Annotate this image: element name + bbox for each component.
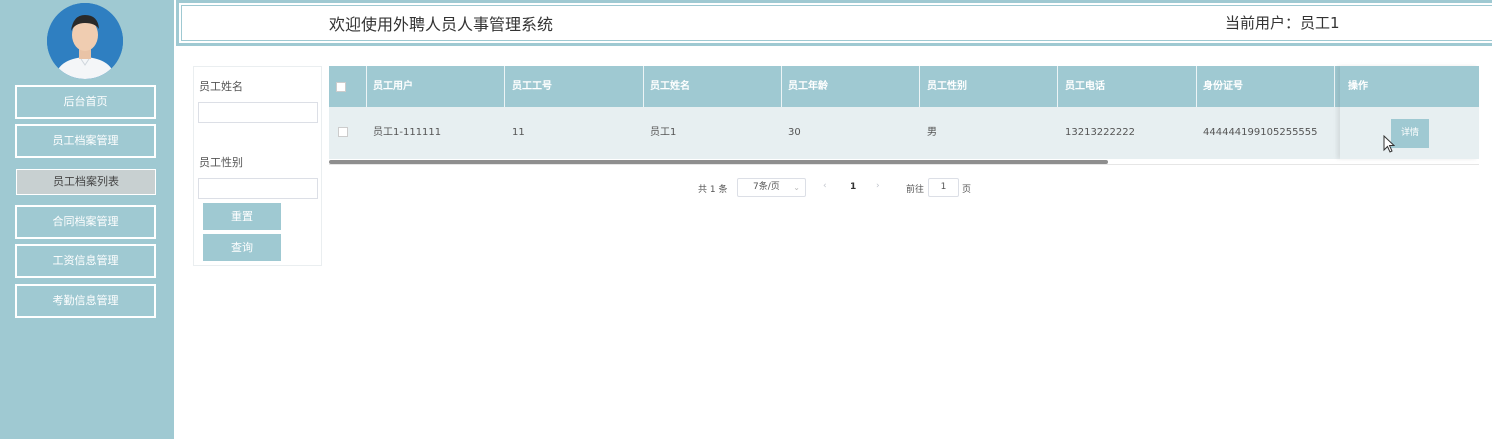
current-user: 当前用户：员工1	[1225, 14, 1340, 32]
prev-page-icon[interactable]: ‹	[823, 181, 827, 191]
pagination: 共 1 条 7条/页 ⌄ ‹ 1 › 前往 1 页	[0, 178, 1492, 198]
header: 欢迎使用外聘人员人事管理系统 当前用户：员工1	[176, 0, 1492, 46]
cell-user: 员工1-111111	[373, 127, 442, 138]
avatar	[47, 3, 123, 79]
column-header-name[interactable]: 员工姓名	[643, 66, 690, 107]
cell-id-card: 444444199105255555	[1203, 127, 1318, 138]
column-header-phone[interactable]: 员工电话	[1058, 66, 1105, 107]
goto-page-input[interactable]: 1	[928, 178, 959, 197]
cell-employee-no: 11	[512, 127, 525, 138]
table-header: 员工用户 员工工号 员工姓名 员工年龄 员工性别 员工电话 身份证号 操作	[329, 66, 1479, 107]
pagination-total: 共 1 条	[698, 185, 728, 195]
cell-phone: 13213222222	[1065, 127, 1135, 138]
column-header-gender[interactable]: 员工性别	[920, 66, 967, 107]
employee-name-input[interactable]	[198, 102, 318, 123]
cell-name: 员工1	[650, 127, 677, 138]
page-suffix-label: 页	[962, 185, 972, 195]
column-header-id-card[interactable]: 身份证号	[1196, 66, 1243, 107]
query-button[interactable]: 查询	[203, 234, 281, 261]
chevron-down-icon: ⌄	[793, 183, 800, 192]
column-header-age[interactable]: 员工年龄	[781, 66, 828, 107]
select-all-checkbox[interactable]	[336, 82, 346, 92]
column-divider	[1334, 66, 1335, 107]
reset-button[interactable]: 重置	[203, 203, 281, 230]
employee-gender-label: 员工性别	[199, 156, 243, 169]
page-size-select[interactable]: 7条/页 ⌄	[737, 178, 806, 197]
next-page-icon[interactable]: ›	[876, 181, 880, 191]
column-header-user[interactable]: 员工用户	[366, 66, 413, 107]
nav-home[interactable]: 后台首页	[15, 85, 156, 119]
nav-employee-archive[interactable]: 员工档案管理	[15, 124, 156, 158]
column-header-employee-no[interactable]: 员工工号	[505, 66, 552, 107]
employee-name-label: 员工姓名	[199, 80, 243, 93]
detail-button[interactable]: 详情	[1391, 119, 1429, 148]
cell-age: 30	[788, 127, 801, 138]
goto-label: 前往	[906, 185, 925, 195]
sidebar: 后台首页 员工档案管理 员工档案列表 合同档案管理 工资信息管理 考勤信息管理	[0, 0, 174, 439]
table-bottom-border	[329, 164, 1479, 165]
nav-attendance-info[interactable]: 考勤信息管理	[15, 284, 156, 318]
cell-gender: 男	[927, 127, 937, 138]
search-panel: 员工姓名 员工性别 重置 查询	[193, 66, 322, 266]
user-avatar-icon	[47, 3, 123, 79]
page-number-current[interactable]: 1	[850, 182, 856, 192]
nav-salary-info[interactable]: 工资信息管理	[15, 244, 156, 278]
nav-contract-archive[interactable]: 合同档案管理	[15, 205, 156, 239]
mouse-cursor-icon	[1383, 134, 1396, 157]
page-size-value: 7条/页	[753, 182, 780, 192]
table-row[interactable]: 员工1-111111 11 员工1 30 男 13213222222 44444…	[329, 107, 1479, 159]
system-title: 欢迎使用外聘人员人事管理系统	[329, 15, 554, 34]
row-checkbox[interactable]	[338, 127, 348, 137]
